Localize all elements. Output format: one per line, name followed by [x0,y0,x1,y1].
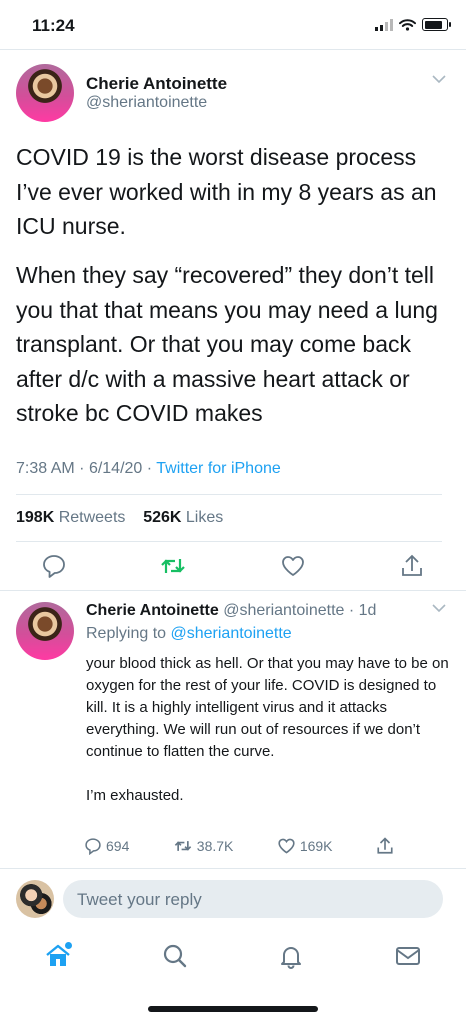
tweet-source-link[interactable]: Twitter for iPhone [156,460,281,477]
user-avatar[interactable] [16,880,54,918]
separator: · [79,460,89,477]
retweet-icon [161,559,186,573]
mail-icon [395,947,420,965]
reply-author-handle[interactable]: @sheriantoinette [223,602,344,619]
like-button[interactable]: 169K [277,837,333,855]
tab-notifications[interactable] [276,941,306,971]
heart-icon [281,556,304,576]
reply-header: Cherie Antoinette @sheriantoinette · 1d [86,602,376,620]
reply-button[interactable] [40,552,68,580]
reply-input-placeholder: Tweet your reply [77,890,202,909]
avatar[interactable] [16,64,74,122]
status-icons [375,18,451,31]
wifi-icon [399,18,416,31]
chevron-down-icon[interactable] [432,603,446,613]
reply-icon [85,838,101,855]
bell-icon [281,947,302,969]
reply-input[interactable]: Tweet your reply [63,880,443,918]
tab-search[interactable] [160,941,190,971]
tweet-meta: 7:38 AM · 6/14/20 · Twitter for iPhone [16,460,281,478]
retweet-button[interactable] [159,552,187,580]
separator: · [348,602,355,619]
status-time: 11:24 [32,16,75,35]
reply-icon [43,555,65,578]
tweet-actions [40,552,426,580]
retweets-count: 198K [16,509,55,526]
retweet-button[interactable]: 38.7K [173,837,234,855]
heart-icon [278,838,295,854]
reply-count: 694 [106,838,130,854]
likes-stat[interactable]: 526K Likes [143,509,223,526]
share-icon [402,554,422,576]
tweet-paragraph: When they say “recovered” they don’t tel… [16,262,438,426]
retweets-label: Retweets [58,509,126,526]
home-indicator [148,1006,318,1012]
divider [0,868,466,869]
divider [16,541,442,542]
reply-paragraph: your blood thick as hell. Or that you ma… [86,655,449,760]
likes-label: Likes [185,509,224,526]
avatar[interactable] [16,602,74,660]
battery-icon [422,18,451,31]
like-button[interactable] [279,552,307,580]
divider [16,494,442,495]
tab-bar [0,932,466,980]
tweet-paragraph: COVID 19 is the worst disease process I’… [16,144,437,239]
search-icon [163,944,186,968]
chevron-down-icon[interactable] [432,74,446,84]
share-button[interactable] [376,836,394,856]
likes-count: 526K [143,509,182,526]
like-count: 169K [299,838,333,854]
replying-to-label: Replying to [86,625,167,642]
tab-messages[interactable] [393,941,423,971]
tweet-stats: 198K Retweets 526K Likes [16,509,223,527]
reply-age: 1d [358,602,377,619]
reply-body: your blood thick as hell. Or that you ma… [86,653,456,807]
divider [0,49,466,50]
retweets-stat[interactable]: 198K Retweets [16,509,125,526]
reply-paragraph: I’m exhausted. [86,787,184,804]
author-handle[interactable]: @sheriantoinette [86,94,207,112]
divider [0,590,466,591]
share-button[interactable] [398,552,426,580]
reply-button[interactable]: 694 [84,837,129,855]
retweet-icon [174,841,191,851]
signal-icon [375,18,393,31]
replying-to: Replying to @sheriantoinette [86,625,292,643]
separator: · [146,460,157,477]
reply-author-name[interactable]: Cherie Antoinette [86,602,219,619]
reply-actions: 694 38.7K 169K [84,836,394,856]
author-name[interactable]: Cherie Antoinette [86,74,227,94]
tweet-date: 6/14/20 [88,460,143,477]
tab-home[interactable] [43,941,73,971]
retweet-count: 38.7K [196,838,234,854]
share-icon [377,837,393,854]
replying-to-mention[interactable]: @sheriantoinette [171,625,292,642]
tweet-time: 7:38 AM [16,460,75,477]
